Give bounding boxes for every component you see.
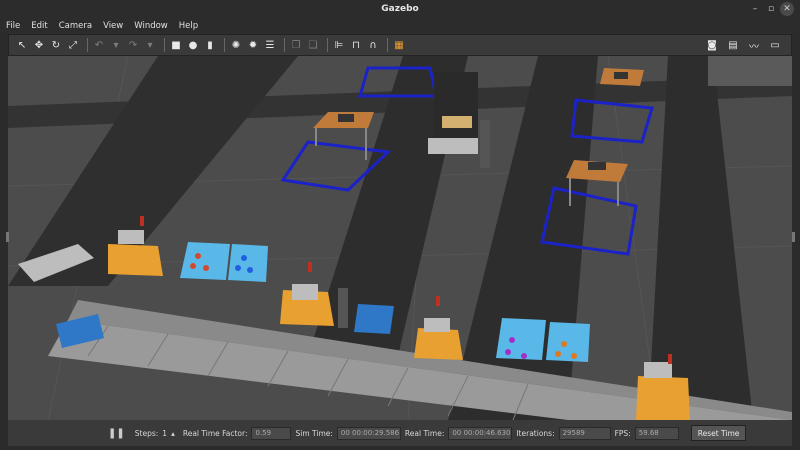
video-record-icon[interactable]: ▭ (768, 38, 782, 52)
reset-time-button[interactable]: Reset Time (690, 425, 747, 441)
pause-icon[interactable]: ❚❚ (108, 428, 125, 439)
rtf-label: Real Time Factor: (182, 428, 248, 438)
bin-4 (546, 322, 590, 362)
undo-icon[interactable]: ↶ (92, 38, 106, 52)
bin-1 (180, 242, 230, 280)
part-tray-3 (588, 162, 606, 170)
box-shape-icon[interactable]: ■ (169, 38, 183, 52)
maximize-icon[interactable]: ▫ (764, 2, 778, 16)
menu-help[interactable]: Help (179, 21, 198, 31)
select-mode-icon[interactable]: ↖ (15, 38, 29, 52)
steps-label: Steps: (134, 428, 159, 438)
iterations-value: 29589 (558, 426, 611, 440)
spot-light-icon[interactable]: ✹ (246, 38, 260, 52)
translate-mode-icon[interactable]: ✥ (32, 38, 46, 52)
robot-arm (480, 120, 490, 168)
agv-4 (636, 376, 690, 420)
menu-window[interactable]: Window (134, 21, 168, 31)
toolbar-separator (387, 38, 388, 52)
scene-render (8, 56, 792, 420)
screenshot-icon[interactable]: ◙ (705, 38, 719, 52)
align-icon[interactable]: ⊫ (332, 38, 346, 52)
redo-icon[interactable]: ↷ (126, 38, 140, 52)
paste-icon[interactable]: ❏ (306, 38, 320, 52)
toolbar: ↖ ✥ ↻ ⤢ ↶ ▾ ↷ ▾ ■ ● ▮ ✺ ✹ ☰ ❐ ❏ ⊫ ⊓ ∩ ▦ … (8, 34, 792, 56)
cylinder-shape-icon[interactable]: ▮ (203, 38, 217, 52)
sphere-shape-icon[interactable]: ● (186, 38, 200, 52)
left-panel-handle[interactable] (6, 232, 9, 242)
directional-light-icon[interactable]: ☰ (263, 38, 277, 52)
assembly-station (434, 72, 478, 138)
right-panel-handle[interactable] (792, 232, 795, 242)
toolbar-separator (164, 38, 165, 52)
part-tray-1 (338, 114, 354, 122)
fps-label: FPS: (614, 428, 631, 438)
window-titlebar[interactable]: Gazebo – ▫ ✕ (0, 0, 800, 18)
wall (708, 56, 792, 86)
scene-viewport[interactable] (8, 56, 792, 420)
agv-1 (108, 244, 163, 276)
toolbar-separator (284, 38, 285, 52)
fps-value: 59.68 (634, 426, 679, 440)
real-time-value: 00 00:00:46.630 (448, 426, 513, 440)
minimize-icon[interactable]: – (748, 2, 762, 16)
toolbar-separator (224, 38, 225, 52)
agv-3 (414, 328, 463, 360)
menu-camera[interactable]: Camera (59, 21, 92, 31)
rtf-value: 0.59 (251, 426, 292, 440)
undo-dropdown-icon[interactable]: ▾ (109, 38, 123, 52)
toolbar-separator (87, 38, 88, 52)
redo-dropdown-icon[interactable]: ▾ (143, 38, 157, 52)
scale-mode-icon[interactable]: ⤢ (66, 38, 80, 52)
bin-3 (496, 318, 546, 360)
blue-bin-center (354, 304, 394, 334)
magnet-icon[interactable]: ∩ (366, 38, 380, 52)
menu-edit[interactable]: Edit (31, 21, 47, 31)
steps-dropdown-icon[interactable]: ▴ (171, 429, 175, 438)
toolbar-separator (327, 38, 328, 52)
real-time-label: Real Time: (404, 428, 445, 438)
menu-file[interactable]: File (6, 21, 20, 31)
toolbar-right: ◙ ▤ 〰 ▭ (705, 38, 785, 53)
window-controls: – ▫ ✕ (748, 0, 794, 18)
point-light-icon[interactable]: ✺ (229, 38, 243, 52)
snap-icon[interactable]: ⊓ (349, 38, 363, 52)
menu-view[interactable]: View (103, 21, 123, 31)
close-icon[interactable]: ✕ (780, 2, 794, 16)
change-view-icon[interactable]: ▦ (392, 38, 406, 52)
sim-time-label: Sim Time: (295, 428, 333, 438)
copy-icon[interactable]: ❐ (289, 38, 303, 52)
gantry-arm (338, 288, 348, 328)
rotate-mode-icon[interactable]: ↻ (49, 38, 63, 52)
plot-icon[interactable]: 〰 (747, 38, 761, 53)
status-bar: ❚❚ Steps: 1 ▴ Real Time Factor: 0.59 Sim… (8, 420, 792, 446)
sim-time-value: 00 00:00:29.586 (336, 426, 401, 440)
menu-bar: File Edit Camera View Window Help (0, 18, 800, 34)
window-title: Gazebo (381, 4, 419, 14)
iterations-label: Iterations: (516, 428, 555, 438)
log-icon[interactable]: ▤ (726, 38, 740, 52)
bin-2 (228, 244, 268, 282)
steps-value[interactable]: 1 (162, 429, 167, 438)
part-tray-2 (614, 72, 628, 79)
